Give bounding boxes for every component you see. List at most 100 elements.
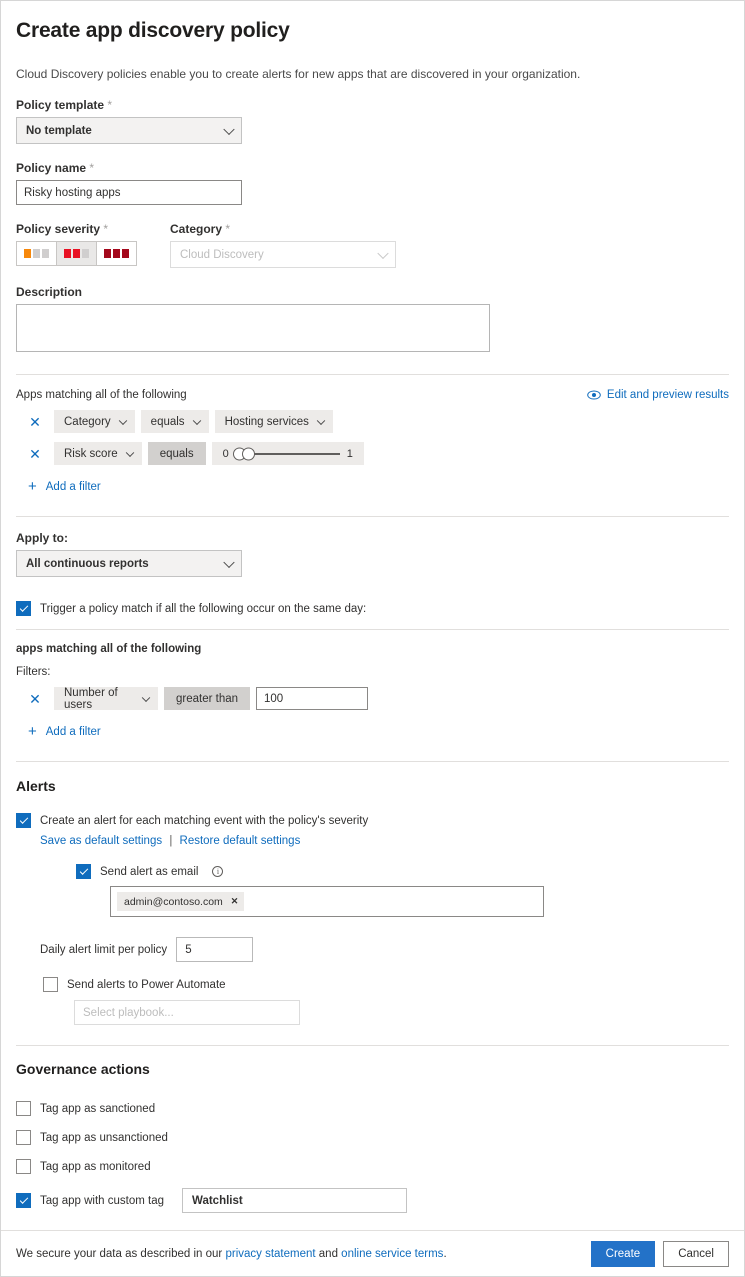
restore-default-settings-link[interactable]: Restore default settings [180,835,301,847]
add-filter-button[interactable]: + Add a filter [16,479,729,494]
governance-action-row[interactable]: Tag app as sanctioned [16,1101,729,1116]
create-button[interactable]: Create [591,1241,656,1267]
divider [16,1045,729,1046]
range-max-label: 1 [347,448,353,460]
filter-field-select[interactable]: Number of users [54,687,158,710]
edit-preview-results-label: Edit and preview results [607,389,729,401]
trigger-policy-match-row[interactable]: Trigger a policy match if all the follow… [16,601,729,616]
policy-name-input[interactable]: Risky hosting apps [16,180,242,205]
chevron-down-icon [223,556,234,567]
divider [16,516,729,517]
description-textarea[interactable] [16,304,490,352]
governance-action-row[interactable]: Tag app as unsanctioned [16,1130,729,1145]
divider [16,374,729,375]
severity-square-icon [73,249,80,258]
playbook-select[interactable]: Select playbook... [74,1000,300,1025]
slider-handle-max[interactable] [242,447,255,460]
send-alert-email-checkbox[interactable] [76,864,91,879]
custom-tag-select[interactable]: Watchlist [182,1188,407,1213]
tag-unsanctioned-label: Tag app as unsanctioned [40,1132,168,1144]
send-alert-email-row[interactable]: Send alert as email i [16,864,729,879]
remove-recipient-icon[interactable]: ✕ [231,896,239,907]
eye-icon [587,390,601,400]
cancel-button[interactable]: Cancel [663,1241,729,1267]
tag-custom-checkbox[interactable] [16,1193,31,1208]
apply-to-select[interactable]: All continuous reports [16,550,242,577]
privacy-notice: We secure your data as described in our … [16,1248,447,1260]
remove-filter-icon[interactable]: ✕ [28,447,42,461]
remove-filter-icon[interactable]: ✕ [28,415,42,429]
power-automate-checkbox[interactable] [43,977,58,992]
add-filter-label: Add a filter [46,481,101,493]
governance-action-row[interactable]: Tag app as monitored [16,1159,729,1174]
policy-template-value: No template [26,125,92,137]
chevron-down-icon [125,448,133,456]
form-body: Create app discovery policy Cloud Discov… [1,1,744,1230]
category-value: Cloud Discovery [180,249,264,261]
policy-template-label-text: Policy template [16,98,104,112]
policy-template-select[interactable]: No template [16,117,242,144]
filter-row: ✕ Category equals Hosting services [16,410,729,433]
filter-value-select[interactable]: Hosting services [215,410,333,433]
required-marker: * [107,98,112,112]
tag-monitored-checkbox[interactable] [16,1159,31,1174]
power-automate-row[interactable]: Send alerts to Power Automate [16,977,729,992]
create-alert-row[interactable]: Create an alert for each matching event … [16,813,729,828]
trigger-policy-match-checkbox[interactable] [16,601,31,616]
filter-number-input[interactable]: 100 [256,687,368,710]
severity-high-button[interactable] [96,241,137,266]
remove-filter-icon[interactable]: ✕ [28,692,42,706]
privacy-notice-prefix: We secure your data as described in our [16,1248,225,1260]
tag-monitored-label: Tag app as monitored [40,1161,151,1173]
filter-field-value: Number of users [64,687,134,711]
policy-severity-label: Policy severity * [16,222,156,236]
daily-alert-limit-select[interactable]: 5 [176,937,253,962]
online-service-terms-link[interactable]: online service terms [341,1248,443,1260]
filter-operator-value: equals [151,416,185,428]
filter-operator-static: greater than [164,687,250,710]
governance-action-row[interactable]: Tag app with custom tag Watchlist [16,1188,729,1213]
chevron-down-icon [377,247,388,258]
add-filter-button[interactable]: + Add a filter [16,724,729,739]
email-recipients-input[interactable]: admin@contoso.com ✕ [110,886,544,917]
footer: We secure your data as described in our … [1,1230,744,1276]
apply-to-value: All continuous reports [26,558,149,570]
tag-custom-label: Tag app with custom tag [40,1195,164,1207]
plus-icon: + [28,724,37,739]
check-icon [19,815,27,823]
policy-template-label: Policy template * [16,98,729,112]
filter-operator-static: equals [148,442,206,465]
category-label: Category * [170,222,396,236]
create-alert-checkbox[interactable] [16,813,31,828]
filter-field-select[interactable]: Category [54,410,135,433]
severity-square-icon [82,249,89,258]
privacy-notice-middle: and [316,1248,342,1260]
daily-alert-limit-label: Daily alert limit per policy [40,944,167,956]
description-label: Description [16,285,729,299]
policy-severity-label-text: Policy severity [16,222,100,236]
filter-field-select[interactable]: Risk score [54,442,142,465]
filter-operator-select[interactable]: equals [141,410,209,433]
severity-square-icon [42,249,49,258]
severity-low-button[interactable] [16,241,57,266]
filters-header: Apps matching all of the following Edit … [16,389,729,401]
default-settings-links: Save as default settings | Restore defau… [16,835,729,847]
tag-unsanctioned-checkbox[interactable] [16,1130,31,1145]
slider-track[interactable] [236,453,340,455]
trigger-filters-label: Filters: [16,666,729,678]
save-default-settings-link[interactable]: Save as default settings [40,835,162,847]
check-icon [79,866,87,874]
edit-preview-results-link[interactable]: Edit and preview results [587,389,729,401]
tag-sanctioned-checkbox[interactable] [16,1101,31,1116]
category-label-text: Category [170,222,222,236]
privacy-statement-link[interactable]: privacy statement [225,1248,315,1260]
risk-score-range-slider[interactable]: 0 1 [212,442,364,465]
tag-sanctioned-label: Tag app as sanctioned [40,1103,155,1115]
filter-operator-value: equals [160,448,194,460]
info-icon[interactable]: i [212,866,223,877]
create-policy-panel: Create app discovery policy Cloud Discov… [0,0,745,1277]
trigger-subheading: apps matching all of the following [16,643,729,655]
severity-medium-button[interactable] [56,241,97,266]
playbook-placeholder: Select playbook... [83,1007,174,1019]
filter-field-value: Category [64,416,111,428]
